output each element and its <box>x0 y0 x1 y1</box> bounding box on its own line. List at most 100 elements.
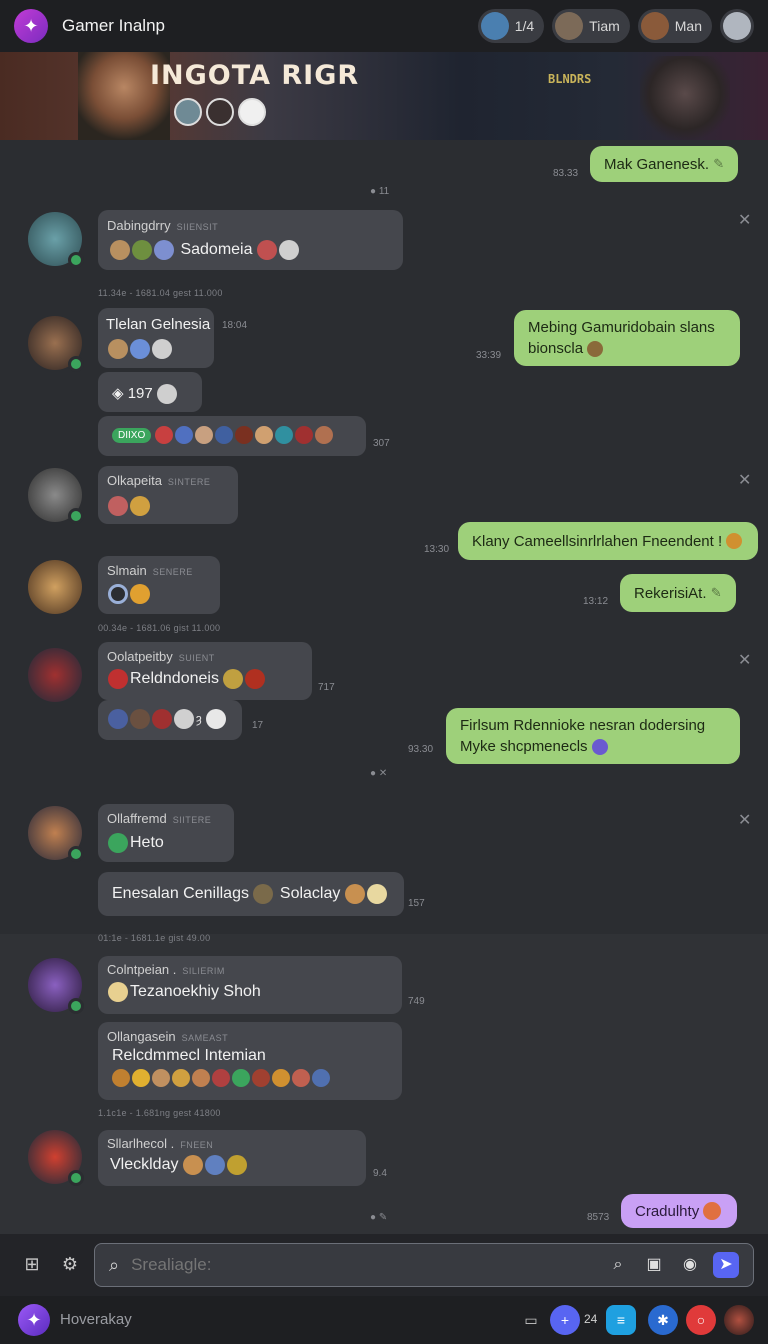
emoji-icon <box>278 240 299 260</box>
message-input[interactable] <box>131 1255 595 1275</box>
message-text: Cradulhty <box>635 1202 700 1220</box>
avatar[interactable] <box>28 560 82 614</box>
gear-icon[interactable]: ⚙ <box>58 1254 82 1276</box>
author-name: Ollangasein <box>107 1029 176 1044</box>
message-content: Sadomeia <box>110 240 301 260</box>
app-title: Gamer Inalnp <box>62 16 165 35</box>
emoji-icon <box>182 1155 203 1175</box>
document-icon[interactable]: ≡ <box>606 1305 636 1335</box>
emoji-icon <box>344 884 365 904</box>
emoji-icon <box>726 533 743 549</box>
banner-sign: BLNDRS <box>548 72 592 86</box>
close-icon[interactable]: ✕ <box>738 810 751 830</box>
reaction-row <box>112 1069 332 1087</box>
emoji-icon <box>130 496 150 516</box>
system-indicator-icon: ● ✕ <box>370 768 388 779</box>
accessibility-icon[interactable]: ✱ <box>648 1305 678 1335</box>
app-logo-icon[interactable]: ✦ <box>14 9 48 43</box>
emoji-icon <box>172 1069 190 1087</box>
add-icon[interactable]: + <box>550 1305 580 1335</box>
user-avatar[interactable] <box>724 1305 754 1335</box>
message-text: Firlsum Rdennioke nesran dodersing <box>460 717 706 734</box>
system-indicator: ● 11 <box>370 186 390 197</box>
emoji-icon <box>175 426 194 444</box>
avatar[interactable] <box>28 806 84 862</box>
outgoing-message[interactable]: Firlsum Rdennioke nesran dodersing Myke … <box>446 708 740 764</box>
participant-chip[interactable] <box>720 9 754 43</box>
avatar[interactable] <box>28 316 84 372</box>
participant-chip[interactable]: Man <box>637 9 712 43</box>
message-author: Oolatpeitby SUIENT <box>107 649 215 664</box>
message-search-box[interactable]: ⌕ ⌕ ▣ ◉ ➤ <box>94 1243 754 1287</box>
message-text: Mebing Gamuridobain slans <box>528 319 715 336</box>
emoji-icon <box>204 1155 225 1175</box>
controller-icon[interactable]: ▭ <box>516 1305 546 1335</box>
emoji-icon <box>154 240 174 260</box>
emoji-icon <box>255 426 274 444</box>
avatar[interactable] <box>28 212 84 268</box>
outgoing-message[interactable]: Klany Cameellsinrlrlahen Fneendent ! <box>458 522 759 560</box>
emoji-icon <box>315 426 334 444</box>
banner-title: INGOTA RIGR <box>150 60 360 91</box>
emoji-icon <box>108 339 128 359</box>
emoji-icon <box>212 1069 230 1087</box>
emoji-icon <box>152 1069 170 1087</box>
emoji-icon <box>110 240 130 260</box>
participant-chip[interactable]: 1/4 <box>477 9 545 43</box>
emoji-icon <box>192 1069 210 1087</box>
avatar[interactable] <box>28 958 84 1014</box>
close-icon[interactable]: ✕ <box>738 650 751 670</box>
message-text: Mak Ganenesk. <box>604 155 710 173</box>
gamepad-icon[interactable]: ⊞ <box>20 1254 44 1276</box>
message-text: 197 <box>127 385 153 402</box>
emoji-icon <box>223 669 244 689</box>
message-time: 18:04 <box>222 320 248 331</box>
avatar[interactable] <box>28 1130 84 1186</box>
message-text: bionscla <box>528 340 584 357</box>
outgoing-message[interactable]: RekerisiAt. ✎ <box>620 574 736 612</box>
message-text: Klany Cameellsinrlrlahen Fneendent ! <box>472 532 723 550</box>
message-text: Enesalan Cenillags <box>112 885 249 903</box>
chat-area[interactable]: Mak Ganenesk. ✎ 83.33 ● 11 ✕ Dabingdrry S… <box>0 140 768 1344</box>
emoji-icon <box>156 384 177 405</box>
status-pill: DIIXO <box>112 427 152 443</box>
message-content: Enesalan Cenillags Solaclay <box>112 884 389 904</box>
outgoing-message[interactable]: Mebing Gamuridobain slans bionscla <box>514 310 740 366</box>
emoji-icon <box>703 1202 722 1220</box>
message-author: Ollaffremd SIITERE <box>107 811 211 826</box>
emoji-icon <box>252 1069 270 1087</box>
compass-icon[interactable]: ◉ <box>677 1252 703 1278</box>
send-icon[interactable]: ➤ <box>713 1252 739 1278</box>
close-icon[interactable]: ✕ <box>738 210 751 230</box>
status-label: Hoverakay <box>60 1311 132 1328</box>
app-logo-icon[interactable]: ✦ <box>18 1304 50 1336</box>
emoji-icon <box>152 709 172 729</box>
search-icon[interactable]: ⌕ <box>605 1252 631 1278</box>
media-icon[interactable]: ▣ <box>641 1252 667 1278</box>
date-divider: 11.34e - 1681.04 gest 11.000 <box>98 288 223 298</box>
emoji-icon <box>235 426 254 444</box>
participant-chip[interactable]: Tiam <box>552 9 630 43</box>
participant-avatar <box>640 12 669 40</box>
status-icon <box>68 1170 84 1186</box>
author-tag: SUIENT <box>178 653 215 663</box>
avatar[interactable] <box>28 468 84 524</box>
message-time: 13:12 <box>583 596 609 607</box>
message-text: Relcdmmecl Intemian <box>112 1047 266 1064</box>
close-icon[interactable]: ✕ <box>738 470 751 490</box>
record-icon[interactable]: ○ <box>686 1305 716 1335</box>
avatar[interactable] <box>28 648 82 702</box>
author-name: Sllarlhecol . <box>107 1136 175 1151</box>
message-author: Dabingdrry SIIENSIT <box>107 218 218 233</box>
message-time: 13:30 <box>424 544 450 555</box>
author-name: Olkapeita <box>107 473 162 488</box>
emoji-icon <box>108 833 128 853</box>
outgoing-message[interactable]: Cradulhty <box>621 1194 738 1228</box>
reaction-row <box>108 339 174 359</box>
banner-icon-row <box>174 98 266 126</box>
outgoing-message[interactable]: Mak Ganenesk. ✎ <box>590 146 739 182</box>
message-time: 9.4 <box>373 1168 387 1179</box>
bottom-bar: ✦ Hoverakay ▭ + 24 ≡ ✱ ○ <box>0 1296 768 1344</box>
emoji-icon <box>112 1069 130 1087</box>
message-time: 749 <box>408 996 425 1007</box>
